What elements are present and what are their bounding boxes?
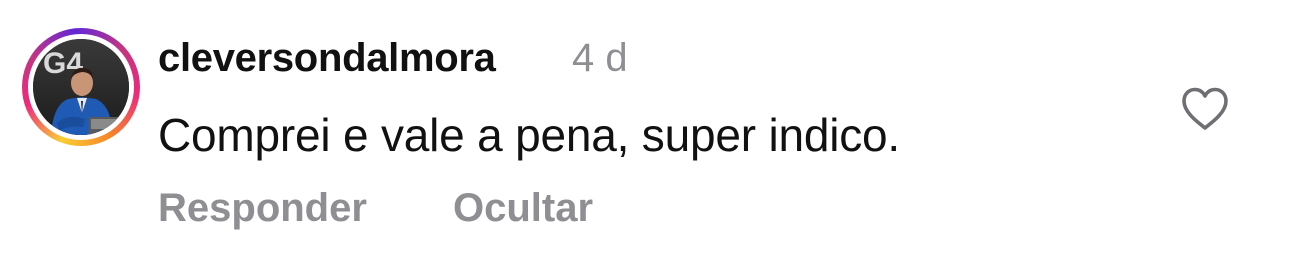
avatar-image: G4 <box>33 39 129 135</box>
comment-age: 4 d <box>572 36 628 80</box>
story-ring[interactable]: G4 <box>22 28 140 146</box>
like-button[interactable] <box>1180 86 1230 132</box>
avatar[interactable]: G4 <box>33 39 129 135</box>
comment-item: G4 cleversondalmora 4 d Comprei e vale a… <box>0 0 1290 253</box>
heart-outline-icon <box>1182 87 1228 130</box>
comment-text: Comprei e vale a pena, super indico. <box>158 109 901 161</box>
hide-button[interactable]: Ocultar <box>453 186 593 231</box>
comment-author[interactable]: cleversondalmora <box>158 36 496 81</box>
reply-button[interactable]: Responder <box>158 186 367 231</box>
